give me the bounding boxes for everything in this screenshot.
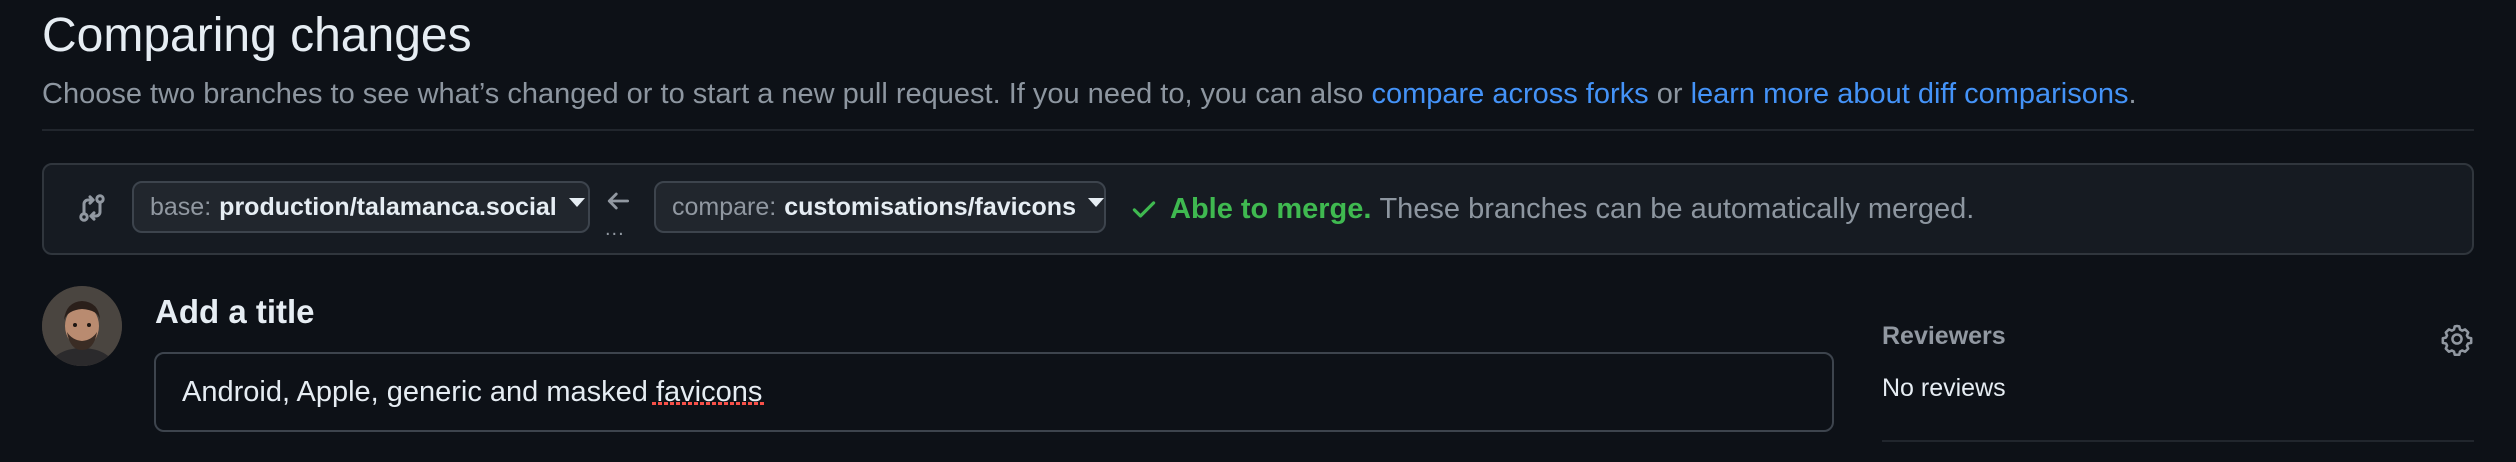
compare-branch-select[interactable]: compare: customisations/favicons — [654, 181, 1106, 233]
chevron-down-icon — [1087, 197, 1104, 207]
base-branch-value: production/talamanca.social — [219, 192, 557, 221]
compare-branch-value: customisations/favicons — [784, 192, 1076, 221]
git-compare-icon — [79, 194, 105, 222]
spellcheck-underline — [652, 402, 764, 405]
avatar-image — [42, 286, 122, 366]
page-title: Comparing changes — [42, 9, 472, 62]
page-description: Choose two branches to see what’s change… — [42, 74, 2137, 114]
pr-title-input[interactable] — [154, 352, 1834, 432]
range-dots: ... — [605, 218, 625, 240]
reviewers-value: No reviews — [1882, 374, 2006, 402]
merge-status-label: Able to merge. — [1170, 192, 1372, 225]
user-avatar[interactable] — [42, 286, 122, 366]
description-suffix: . — [2128, 78, 2137, 110]
add-title-heading: Add a title — [155, 293, 315, 330]
compare-label: compare: — [672, 192, 777, 221]
header-divider — [42, 129, 2474, 131]
description-text: Choose two branches to see what’s change… — [42, 78, 1372, 110]
reviewers-heading: Reviewers — [1882, 322, 2006, 350]
gear-icon[interactable] — [2440, 322, 2474, 356]
learn-more-diff-link[interactable]: learn more about diff comparisons — [1691, 78, 2129, 110]
description-or: or — [1648, 78, 1691, 110]
arrow-left-icon — [607, 192, 630, 210]
merge-status-message: These branches can be automatically merg… — [1379, 192, 1975, 225]
compare-bar: base: production/talamanca.social ... co… — [42, 163, 2474, 255]
merge-status: Able to merge. These branches can be aut… — [1130, 189, 1974, 229]
chevron-down-icon — [568, 197, 585, 207]
base-label: base: — [150, 192, 212, 221]
check-icon — [1132, 201, 1156, 218]
compare-across-forks-link[interactable]: compare across forks — [1371, 78, 1648, 110]
sidebar-divider — [1882, 440, 2474, 442]
base-branch-select[interactable]: base: production/talamanca.social — [132, 181, 590, 233]
